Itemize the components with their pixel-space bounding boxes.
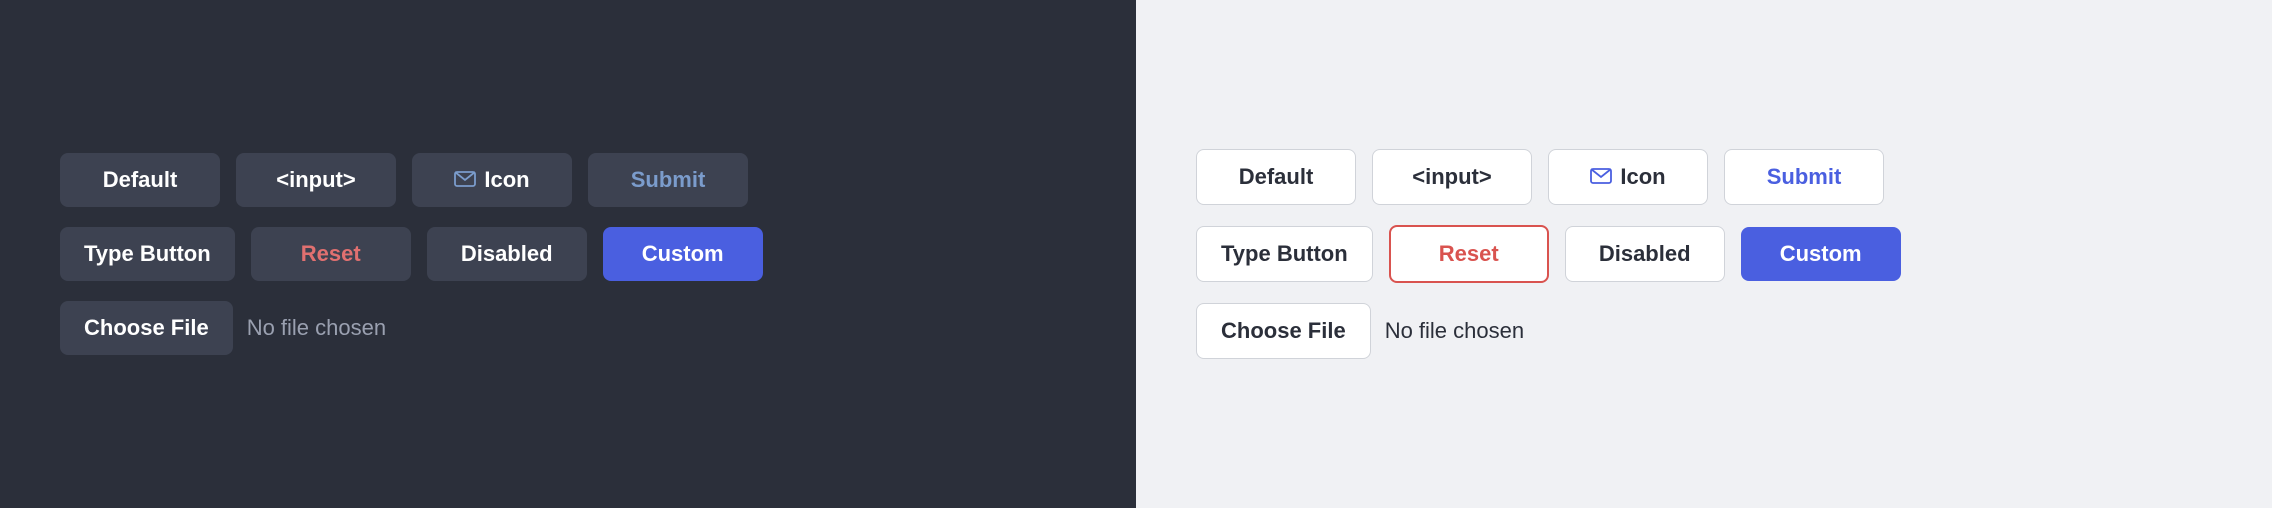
light-panel: Default <input> Icon Submit Type Button … <box>1136 0 2272 508</box>
dark-input-button[interactable]: <input> <box>236 153 396 207</box>
dark-typebutton-button[interactable]: Type Button <box>60 227 235 281</box>
light-custom-button[interactable]: Custom <box>1741 227 1901 281</box>
dark-icon-button-label: Icon <box>484 167 529 193</box>
mail-icon <box>1590 164 1612 190</box>
dark-submit-button[interactable]: Submit <box>588 153 748 207</box>
dark-disabled-button[interactable]: Disabled <box>427 227 587 281</box>
dark-panel: Default <input> Icon Submit Type Button … <box>0 0 1136 508</box>
light-choosefile-button[interactable]: Choose File <box>1196 303 1371 359</box>
light-typebutton-button[interactable]: Type Button <box>1196 226 1373 282</box>
dark-icon-button[interactable]: Icon <box>412 153 572 207</box>
dark-row-1: Default <input> Icon Submit <box>60 153 748 207</box>
dark-choosefile-button[interactable]: Choose File <box>60 301 233 355</box>
light-default-button[interactable]: Default <box>1196 149 1356 205</box>
dark-custom-button[interactable]: Custom <box>603 227 763 281</box>
light-submit-button[interactable]: Submit <box>1724 149 1884 205</box>
dark-nofile-text: No file chosen <box>247 315 386 341</box>
dark-reset-button[interactable]: Reset <box>251 227 411 281</box>
light-file-row: Choose File No file chosen <box>1196 303 1524 359</box>
mail-icon <box>454 167 476 193</box>
light-icon-button[interactable]: Icon <box>1548 149 1708 205</box>
dark-file-row: Choose File No file chosen <box>60 301 386 355</box>
dark-row-2: Type Button Reset Disabled Custom <box>60 227 763 281</box>
light-nofile-text: No file chosen <box>1385 318 1524 344</box>
dark-default-button[interactable]: Default <box>60 153 220 207</box>
light-disabled-button[interactable]: Disabled <box>1565 226 1725 282</box>
light-input-button[interactable]: <input> <box>1372 149 1532 205</box>
light-reset-button[interactable]: Reset <box>1389 225 1549 283</box>
light-row-1: Default <input> Icon Submit <box>1196 149 1884 205</box>
light-row-2: Type Button Reset Disabled Custom <box>1196 225 1901 283</box>
light-icon-button-label: Icon <box>1620 164 1665 190</box>
